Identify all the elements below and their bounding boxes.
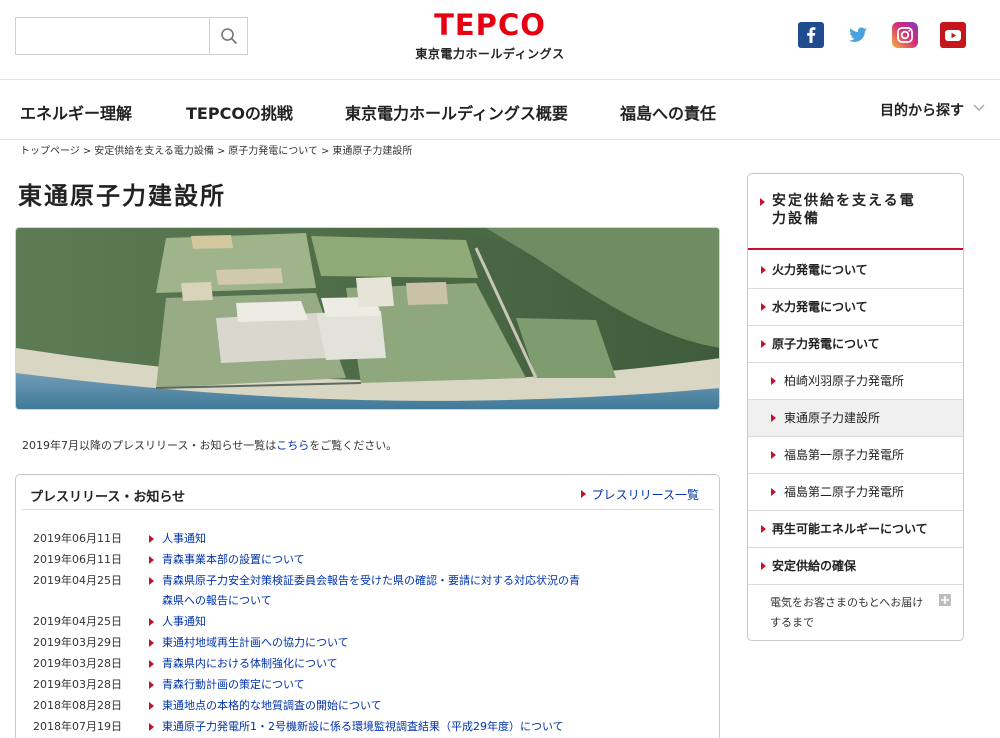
search-input[interactable] [16, 18, 210, 54]
press-date: 2019年04月25日 [33, 615, 122, 628]
sidebar-item-thermal[interactable]: 火力発電について [748, 252, 963, 289]
press-all-link[interactable]: プレスリリース一覧 [580, 486, 699, 503]
list-item: 2019年04月25日 人事通知 [33, 612, 703, 632]
youtube-link[interactable] [940, 22, 966, 48]
logo-subtext: 東京電力ホールディングス [415, 47, 565, 61]
facebook-icon [807, 27, 816, 43]
press-title-link[interactable]: 青森県原子力安全対策検証委員会報告を受けた県の確認・要請に対する対応状況の青森県… [148, 571, 588, 611]
sidebar-heading[interactable]: 安定供給を支える電力設備 [748, 174, 963, 250]
sidebar-item-fukushima-daiichi[interactable]: 福島第一原子力発電所 [748, 437, 963, 474]
list-item: 2018年07月19日 東通原子力発電所1・2号機新設に係る環境監視調査結果（平… [33, 717, 703, 737]
press-date: 2019年06月11日 [33, 532, 122, 545]
press-list: 2019年06月11日 人事通知 2019年06月11日 青森事業本部の設置につ… [33, 529, 703, 738]
breadcrumb-separator: > [216, 146, 226, 157]
nav-item-challenge[interactable]: TEPCOの挑戦 [186, 100, 293, 124]
press-title-link[interactable]: 青森事業本部の設置について [148, 550, 703, 570]
sidebar-heading-label: 安定供給を支える電力設備 [772, 193, 916, 227]
press-release-box: プレスリリース・お知らせ プレスリリース一覧 2019年06月11日 人事通知 … [15, 474, 720, 738]
sidebar-nav: 安定供給を支える電力設備 火力発電について 水力発電について 原子力発電について… [747, 173, 964, 641]
press-date: 2019年03月28日 [33, 678, 122, 691]
breadcrumb-separator: > [321, 146, 330, 157]
expand-plus-icon[interactable] [939, 594, 951, 606]
list-item: 2019年03月28日 青森県内における体制強化について [33, 654, 703, 674]
breadcrumb-power-facilities[interactable]: 安定供給を支える電力設備 [94, 146, 214, 157]
sidebar-item-nuclear[interactable]: 原子力発電について [748, 326, 963, 363]
search-icon [220, 28, 237, 45]
logo-text: TEPCO [434, 8, 546, 42]
notice-text-before: 2019年7月以降のプレスリリース・お知らせ一覧は [22, 439, 277, 452]
list-item: 2019年06月11日 人事通知 [33, 529, 703, 549]
search-box [15, 17, 248, 55]
tepco-logo[interactable]: TEPCO 東京電力ホールディングス [410, 8, 570, 62]
breadcrumb: トップページ > 安定供給を支える電力設備 > 原子力発電について > 東通原子力建設所 [20, 142, 412, 157]
caret-right-icon [580, 490, 586, 498]
nav-item-energy[interactable]: エネルギー理解 [20, 100, 132, 124]
press-date: 2019年04月25日 [33, 574, 122, 587]
list-item: 2019年03月28日 青森行動計画の策定について [33, 675, 703, 695]
press-all-label: プレスリリース一覧 [591, 488, 699, 502]
press-title-link[interactable]: 人事通知 [148, 529, 703, 549]
instagram-icon [897, 27, 913, 43]
youtube-icon [945, 30, 961, 41]
press-title-link[interactable]: 東通地点の本格的な地質調査の開始について [148, 696, 703, 716]
press-notice: 2019年7月以降のプレスリリース・お知らせ一覧はこちらをご覧ください。 [22, 437, 397, 453]
breadcrumb-nuclear[interactable]: 原子力発電について [228, 146, 318, 157]
page-title: 東通原子力建設所 [18, 182, 226, 210]
global-nav: エネルギー理解 TEPCOの挑戦 東京電力ホールディングス概要 福島への責任 目… [0, 80, 1000, 140]
press-title-link[interactable]: 東通原子力発電所1・2号機新設に係る環境監視調査結果（平成29年度）について [148, 717, 703, 737]
press-title-link[interactable]: 青森行動計画の策定について [148, 675, 703, 695]
twitter-icon [849, 27, 867, 42]
search-button[interactable] [209, 18, 247, 54]
press-date: 2019年03月28日 [33, 657, 122, 670]
breadcrumb-separator: > [82, 146, 92, 157]
list-item: 2019年03月29日 東通村地域再生計画への協力について [33, 633, 703, 653]
site-header: TEPCO 東京電力ホールディングス [0, 0, 1000, 80]
sidebar-item-hydro[interactable]: 水力発電について [748, 289, 963, 326]
sidebar-item-fukushima-daini[interactable]: 福島第二原子力発電所 [748, 474, 963, 511]
sidebar-item-renewable[interactable]: 再生可能エネルギーについて [748, 511, 963, 548]
twitter-link[interactable] [845, 22, 871, 48]
press-title-link[interactable]: 人事通知 [148, 612, 703, 632]
press-title-link[interactable]: 青森県内における体制強化について [148, 654, 703, 674]
press-divider [22, 509, 713, 510]
press-date: 2019年06月11日 [33, 553, 122, 566]
sidebar-item-delivery[interactable]: 電気をお客さまのもとへお届けするまで [748, 588, 963, 633]
hero-image [15, 227, 720, 410]
press-date: 2018年08月28日 [33, 699, 122, 712]
press-date: 2019年03月29日 [33, 636, 122, 649]
list-item: 2018年08月28日 東通地点の本格的な地質調査の開始について [33, 696, 703, 716]
sidebar-item-kashiwazaki[interactable]: 柏崎刈羽原子力発電所 [748, 363, 963, 400]
construction-site-illustration [16, 228, 719, 409]
notice-text-after: をご覧ください。 [309, 439, 398, 452]
sidebar-item-stable-supply[interactable]: 安定供給の確保 [748, 548, 963, 585]
list-item: 2019年04月25日 青森県原子力安全対策検証委員会報告を受けた県の確認・要請… [33, 571, 703, 611]
press-date: 2018年07月19日 [33, 720, 122, 733]
nav-purpose-search[interactable]: 目的から探す [880, 100, 964, 120]
nav-item-fukushima[interactable]: 福島への責任 [620, 100, 716, 124]
breadcrumb-current: 東通原子力建設所 [332, 146, 413, 157]
notice-here-link[interactable]: こちら [276, 439, 309, 452]
chevron-down-icon[interactable] [972, 100, 986, 114]
press-title-link[interactable]: 東通村地域再生計画への協力について [148, 633, 703, 653]
facebook-link[interactable] [798, 22, 824, 48]
breadcrumb-top[interactable]: トップページ [20, 146, 80, 157]
press-heading: プレスリリース・お知らせ [30, 490, 186, 505]
instagram-link[interactable] [892, 22, 918, 48]
nav-item-overview[interactable]: 東京電力ホールディングス概要 [345, 100, 568, 124]
list-item: 2019年06月11日 青森事業本部の設置について [33, 550, 703, 570]
sidebar-item-higashidori[interactable]: 東通原子力建設所 [748, 400, 963, 437]
